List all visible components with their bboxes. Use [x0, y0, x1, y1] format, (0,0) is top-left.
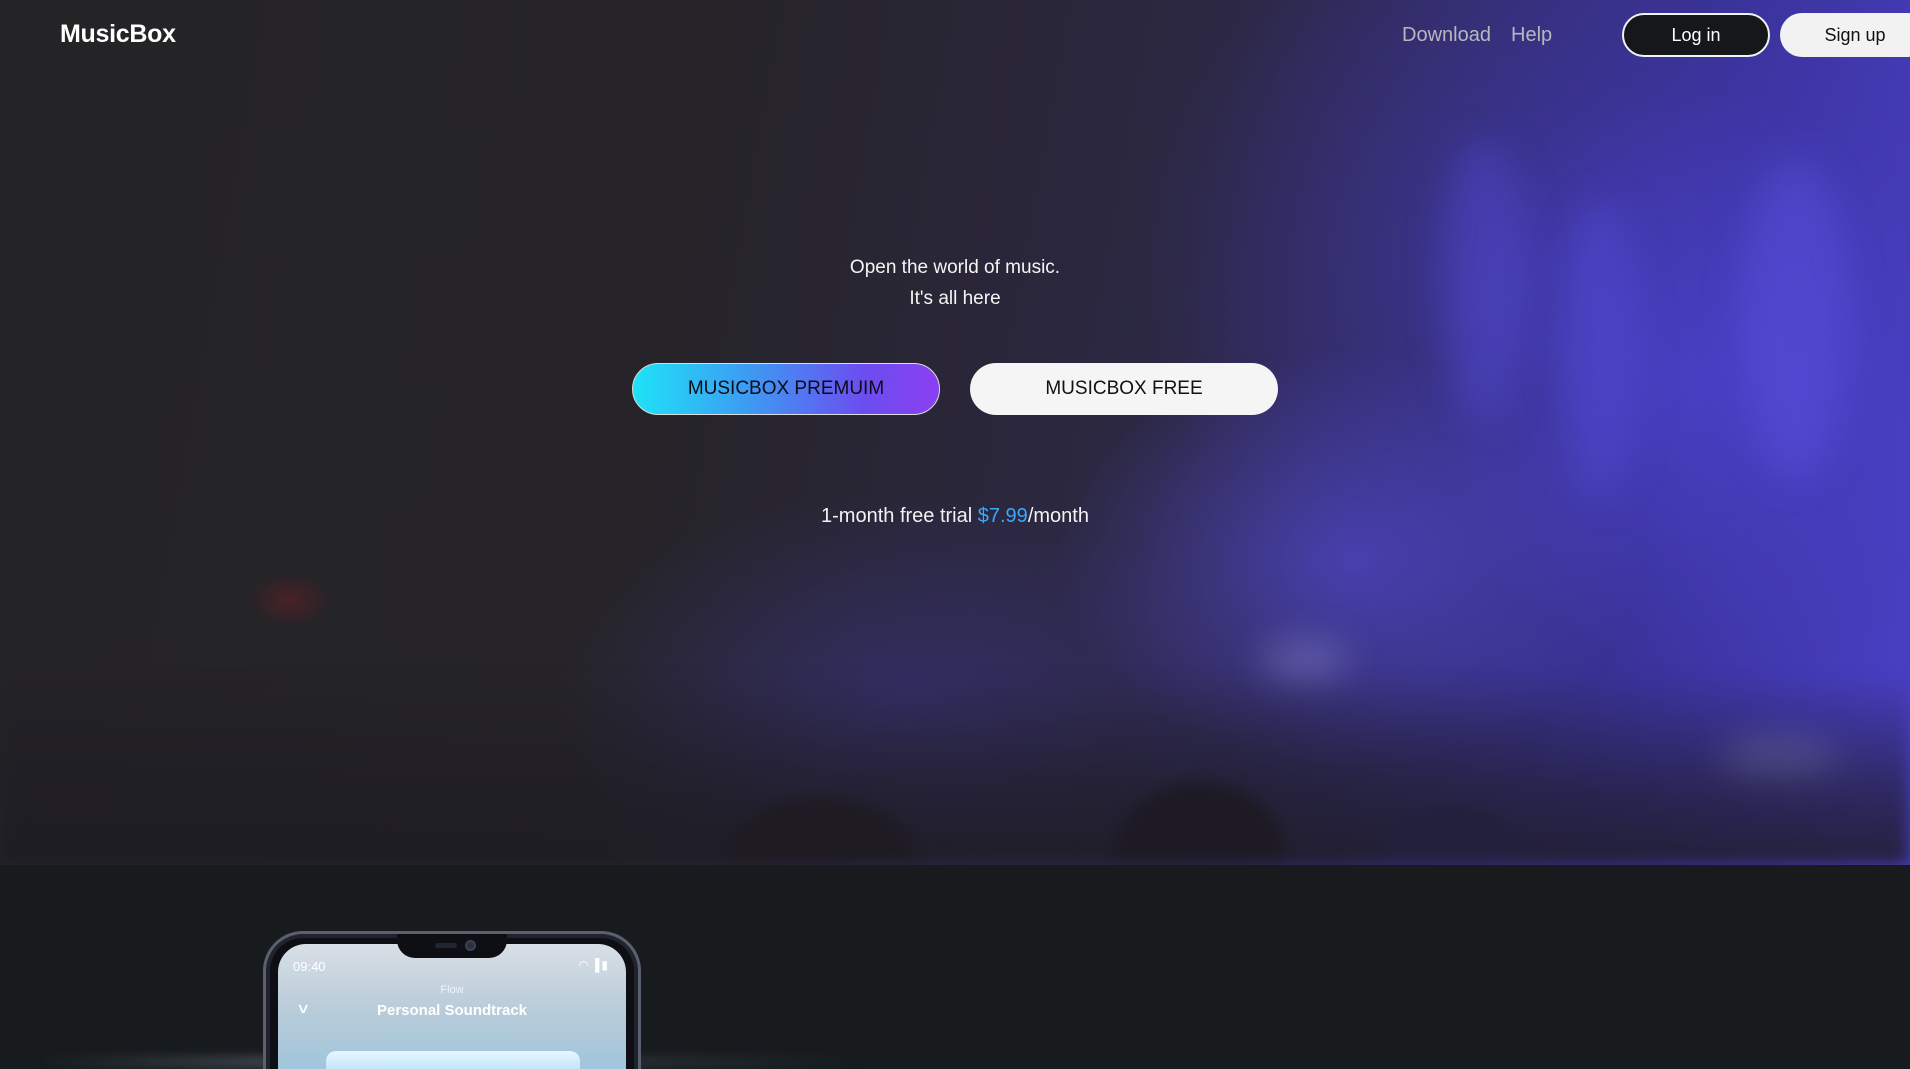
hero-tagline: Open the world of music. It's all here — [0, 252, 1910, 314]
stage-light — [1260, 640, 1350, 680]
hero-section — [0, 0, 1910, 865]
price-period: /month — [1027, 505, 1089, 527]
camera-icon — [465, 940, 476, 951]
phone-notch — [397, 934, 507, 958]
phone-artwork-card — [326, 1051, 580, 1069]
status-icons: ◠▐▮ — [578, 958, 610, 972]
pricing-text: 1-month free trial $7.99/month — [0, 505, 1910, 528]
tagline-line-1: Open the world of music. — [849, 257, 1061, 278]
battery-icon: ▮ — [601, 958, 610, 972]
premium-button[interactable]: MUSICBOX PREMUIM — [632, 363, 940, 415]
trial-text: 1-month free trial — [821, 505, 978, 527]
login-button[interactable]: Log in — [1622, 13, 1770, 57]
phone-screen: 09:40 ◠▐▮ Flow ∨ Personal Soundtrack — [278, 944, 626, 1069]
phone-time: 09:40 — [293, 959, 326, 974]
price-amount: $7.99 — [977, 505, 1028, 527]
signup-button[interactable]: Sign up — [1780, 13, 1910, 57]
crowd-silhouette — [0, 675, 1910, 865]
logo[interactable]: MusicBox — [60, 20, 176, 49]
phone-context-label: Flow — [440, 984, 464, 996]
stage-light — [1740, 160, 1850, 480]
tagline-line-2: It's all here — [909, 288, 1001, 309]
speaker-icon — [435, 943, 457, 948]
signal-icon: ▐ — [590, 958, 602, 972]
nav-help-link[interactable]: Help — [1511, 24, 1552, 47]
top-navigation: MusicBox Download Help Log in Sign up — [0, 0, 1910, 70]
nav-download-link[interactable]: Download — [1402, 24, 1491, 47]
stage-light — [1560, 200, 1640, 500]
wifi-icon: ◠ — [578, 958, 591, 972]
app-preview-section: 09:40 ◠▐▮ Flow ∨ Personal Soundtrack — [0, 865, 1910, 1069]
free-button[interactable]: MUSICBOX FREE — [970, 363, 1278, 415]
phone-mockup: 09:40 ◠▐▮ Flow ∨ Personal Soundtrack — [263, 931, 641, 1069]
phone-playlist-title: Personal Soundtrack — [376, 1002, 528, 1019]
